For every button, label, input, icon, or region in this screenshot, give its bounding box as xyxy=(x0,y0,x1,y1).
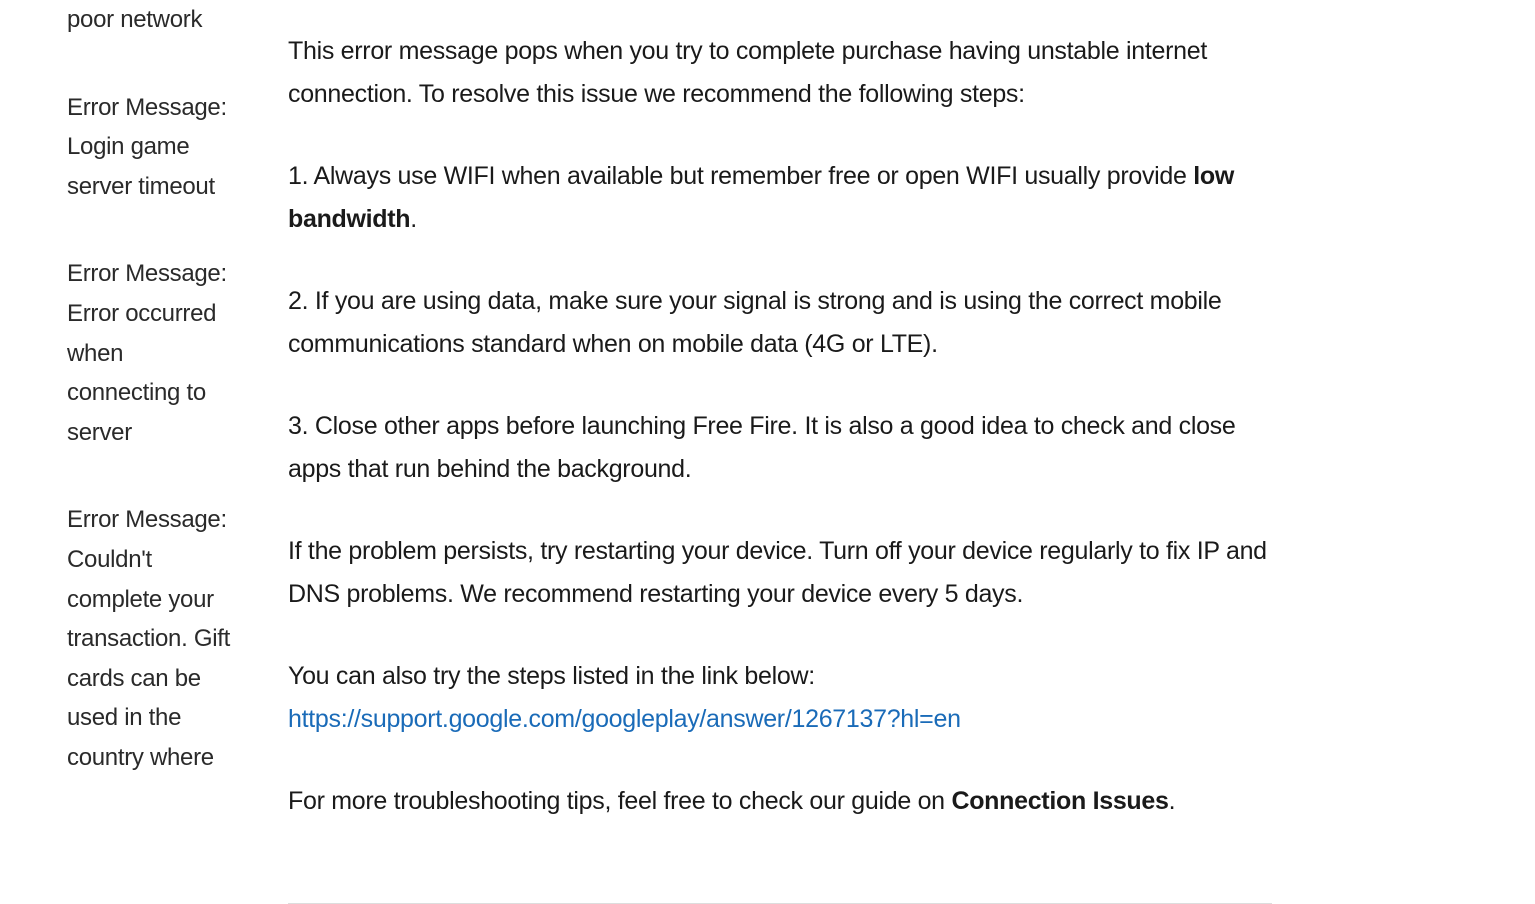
step-2: 2. If you are using data, make sure your… xyxy=(288,280,1272,365)
sidebar-item-poor-network[interactable]: poor network xyxy=(67,0,232,40)
more-suffix: . xyxy=(1169,787,1176,815)
link-paragraph: You can also try the steps listed in the… xyxy=(288,655,1272,740)
more-prefix: For more troubleshooting tips, feel free… xyxy=(288,787,951,815)
step-1: 1. Always use WIFI when available but re… xyxy=(288,155,1272,240)
main-content: This error message pops when you try to … xyxy=(252,0,1352,904)
sidebar-item-error-connecting[interactable]: Error Message: Error occurred when conne… xyxy=(67,254,232,452)
link-intro: You can also try the steps listed in the… xyxy=(288,655,1272,698)
restart-paragraph: If the problem persists, try restarting … xyxy=(288,530,1272,615)
step-1-prefix: 1. Always use WIFI when available but re… xyxy=(288,162,1193,190)
support-link[interactable]: https://support.google.com/googleplay/an… xyxy=(288,705,961,733)
more-tips-paragraph: For more troubleshooting tips, feel free… xyxy=(288,780,1272,823)
step-1-suffix: . xyxy=(410,205,417,233)
step-3: 3. Close other apps before launching Fre… xyxy=(288,405,1272,490)
section-divider xyxy=(288,903,1272,904)
sidebar-item-login-timeout[interactable]: Error Message: Login game server timeout xyxy=(67,88,232,207)
more-bold: Connection Issues xyxy=(951,787,1168,815)
sidebar: poor network Error Message: Login game s… xyxy=(0,0,252,904)
sidebar-item-gift-cards[interactable]: Error Message: Couldn't complete your tr… xyxy=(67,500,232,777)
intro-paragraph: This error message pops when you try to … xyxy=(288,30,1272,115)
